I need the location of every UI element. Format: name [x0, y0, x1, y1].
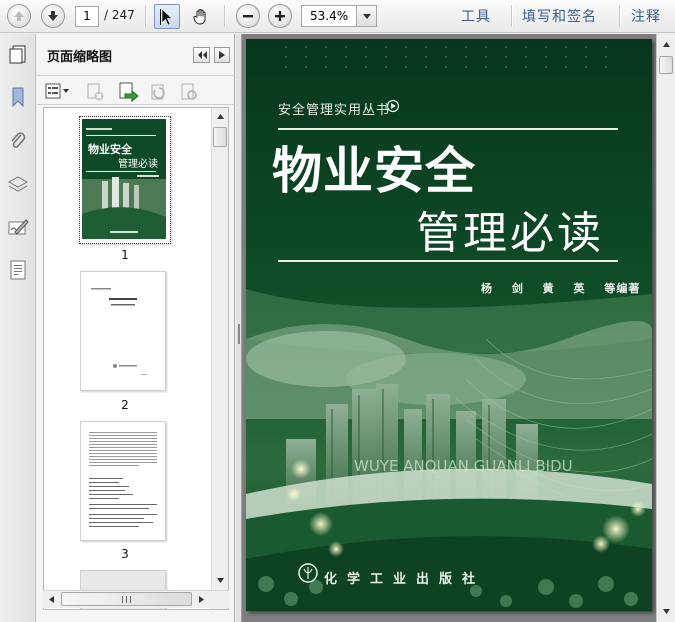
page-number-input[interactable]: 1 [75, 6, 99, 27]
previous-page-button[interactable] [7, 4, 31, 28]
panel-options-button[interactable] [214, 47, 230, 63]
list-options-icon [45, 83, 69, 99]
document-scroll-up-button[interactable] [658, 36, 675, 53]
zoom-dropdown-button[interactable] [357, 5, 377, 27]
document-page-1: 安全管理实用丛书 物业安全 管理必读 杨 剑 黄 英 等编著 WUYE ANQU… [246, 39, 652, 611]
thumbnail-page-2[interactable] [80, 271, 166, 391]
signatures-panel-button[interactable] [7, 216, 29, 238]
document-scroll-thumb[interactable] [659, 56, 673, 74]
toolbar-divider [619, 5, 620, 27]
page-thumbnails-icon [9, 45, 26, 64]
document-vertical-scrollbar[interactable] [656, 34, 675, 622]
triangle-up-icon [663, 42, 670, 47]
toolbar-divider [145, 5, 146, 27]
fill-sign-menu[interactable]: 填写和签名 [522, 6, 597, 26]
zoom-out-button[interactable] [236, 4, 260, 28]
next-page-button[interactable] [41, 4, 65, 28]
thumbnail-options-button[interactable] [45, 82, 71, 100]
signature-pen-icon [8, 219, 29, 235]
double-chevron-left-icon [197, 51, 207, 59]
thumbnails-panel-header: 页面缩略图 [37, 34, 235, 76]
rotate-pages-button[interactable] [149, 82, 169, 102]
thumbnail-page-1[interactable]: 物业安全 管理必读 [79, 116, 171, 244]
paperclip-icon [11, 132, 26, 148]
collapse-panel-button[interactable] [193, 47, 210, 63]
export-page-icon [119, 82, 139, 103]
scroll-thumb-horizontal[interactable] [61, 592, 192, 606]
plus-icon [275, 11, 285, 21]
thumbnail-page-2-label: 2 [121, 398, 129, 412]
thumbnail-title-line2: 管理必读 [118, 159, 158, 170]
pdf-reader-window: 1 / 247 53.4% 工具 填写和签名 注释 页面缩略图 物业安全 管理必… [0, 0, 675, 622]
scroll-up-button[interactable] [212, 108, 228, 125]
triangle-right-icon [219, 51, 225, 59]
panel-splitter[interactable] [236, 34, 242, 622]
thumbnail-page-3-label: 3 [121, 547, 129, 561]
tools-menu[interactable]: 工具 [461, 6, 491, 26]
page-thumbnails-panel: 页面缩略图 物业安全 管理必读 1 2 3 [37, 34, 235, 622]
minus-icon [243, 15, 253, 18]
scroll-thumb[interactable] [213, 127, 227, 147]
rotate-page-icon [151, 84, 165, 100]
main-toolbar: 1 / 247 53.4% 工具 填写和签名 注释 [0, 0, 675, 33]
triangle-right-icon [199, 596, 204, 603]
book-title-line2: 管理必读 [416, 208, 604, 259]
triangle-down-icon [663, 609, 670, 614]
document-lines-icon [10, 260, 26, 280]
thumbnail-page-3[interactable] [80, 421, 166, 541]
thumbnails-vertical-scrollbar[interactable] [211, 108, 228, 609]
cursor-arrow-icon [160, 7, 173, 25]
comment-menu[interactable]: 注释 [631, 6, 661, 26]
attachments-panel-button[interactable] [7, 130, 29, 152]
hand-tool-button[interactable] [188, 4, 214, 29]
cover-thumbnail-image [82, 119, 166, 239]
select-tool-button[interactable] [154, 4, 180, 29]
panel-title: 页面缩略图 [47, 50, 113, 65]
scroll-down-button[interactable] [212, 572, 228, 589]
arrow-down-icon [48, 11, 58, 21]
extract-pages-button[interactable] [117, 81, 139, 103]
book-series-label: 安全管理实用丛书 [278, 103, 391, 118]
triangle-left-icon [49, 596, 54, 603]
triangle-up-icon [217, 114, 224, 119]
thumbnail-page-1-label: 1 [121, 248, 129, 262]
cover-artwork-image [246, 39, 652, 611]
zoom-in-button[interactable] [268, 4, 292, 28]
page-total-count: / 247 [104, 8, 135, 22]
bookmark-icon [12, 87, 24, 108]
hand-icon [193, 8, 206, 25]
grip-icon [122, 595, 131, 603]
book-title-pinyin: WUYE ANQUAN GUANLI BIDU [354, 457, 573, 475]
arrow-up-icon [14, 11, 24, 21]
title-page-thumbnail-image [81, 272, 165, 390]
page-settings-icon [181, 83, 197, 100]
pages-panel-button[interactable] [7, 43, 29, 65]
book-publisher: 化学工业出版社 [324, 572, 486, 587]
navigation-sidebar [0, 34, 36, 622]
splitter-grip-icon [238, 324, 240, 344]
layers-panel-button[interactable] [7, 173, 29, 195]
delete-pages-button[interactable] [85, 82, 105, 102]
toolbar-divider [511, 5, 512, 27]
thumbnails-horizontal-scrollbar[interactable] [43, 590, 229, 608]
thumbnails-toolbar [37, 77, 235, 105]
toolbar-divider [224, 5, 225, 27]
print-pages-button[interactable] [179, 82, 199, 102]
document-scroll-down-button[interactable] [658, 603, 675, 620]
book-title-line1: 物业安全 [272, 142, 476, 200]
text-page-thumbnail-image [81, 422, 165, 540]
thumbnails-list[interactable]: 物业安全 管理必读 1 2 3 [43, 107, 229, 610]
scroll-left-button[interactable] [43, 591, 60, 608]
scroll-right-button[interactable] [193, 591, 210, 608]
book-authors: 杨 剑 黄 英 等编著 [481, 282, 641, 295]
bookmarks-panel-button[interactable] [7, 86, 29, 108]
chevron-down-icon [362, 13, 371, 19]
delete-page-icon [87, 83, 104, 101]
content-panel-button[interactable] [7, 259, 29, 281]
zoom-level-input[interactable]: 53.4% [301, 5, 357, 27]
triangle-down-icon [217, 578, 224, 583]
layers-icon [7, 176, 29, 192]
